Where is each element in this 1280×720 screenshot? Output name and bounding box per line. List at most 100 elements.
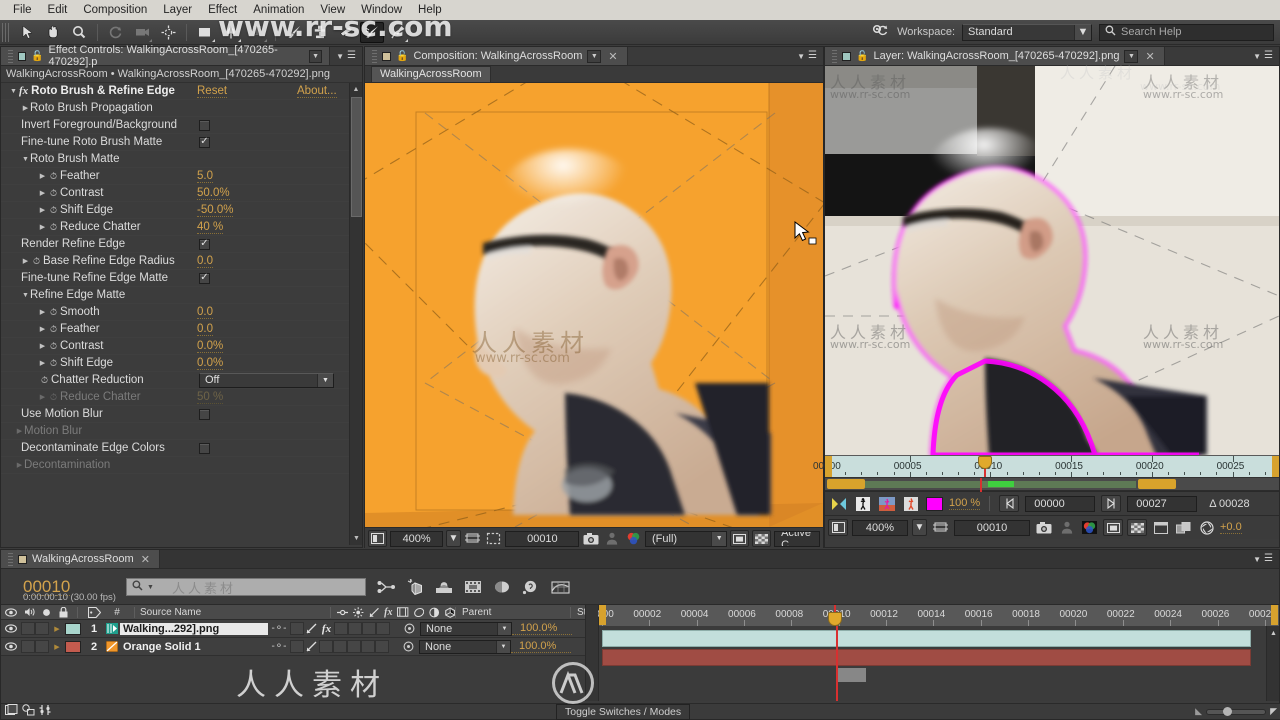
effect-row-feather[interactable]: ▶ ⏱ Feather 5.0 [1,168,362,185]
tab-dropdown-icon[interactable]: ▼ [587,49,602,63]
freeze-icon[interactable] [854,495,872,512]
composition-flyout-menu[interactable]: ▼ ☰ [791,47,823,65]
effect-row-shift-edge[interactable]: ▶ ⏱ Shift Edge -50.0% [1,202,362,219]
parameter-value[interactable]: 50 % [197,391,224,404]
effect-row-contrast[interactable]: ▶ ⏱ Contrast 50.0% [1,185,362,202]
ruler-start-bracket[interactable] [599,605,606,625]
disclosure-triangle[interactable]: ▶ [38,189,47,197]
disclosure-triangle[interactable]: ▶ [21,257,30,265]
switch-motion-blur[interactable] [347,640,361,653]
disclosure-triangle[interactable]: ▼ [21,156,30,163]
disclosure-triangle[interactable]: ▶ [38,172,47,180]
stopwatch-icon[interactable]: ⏱ [38,375,51,386]
work-area-start-handle[interactable] [827,479,865,489]
choose-grid-guides-icon[interactable] [464,530,482,547]
disclosure-triangle[interactable]: ▶ [38,393,47,401]
parameter-value[interactable]: 0.0 [197,306,213,319]
about-button[interactable]: About... [297,85,337,98]
layer-grid-guides-icon[interactable] [931,519,950,536]
layer-2-duration-bar[interactable] [602,649,1251,666]
layer-snapshot-icon[interactable] [1034,519,1053,536]
roto-brush-propagation-icon[interactable] [830,495,848,512]
in-point-value[interactable]: 00000 [1025,495,1096,512]
audio-toggle[interactable] [21,622,35,635]
timeline-zoom-in-icon[interactable]: ◤ [1270,706,1277,717]
view-layout-select[interactable]: Active C. [774,530,821,547]
stopwatch-icon[interactable]: ⏱ [47,324,60,335]
effect-row-refine-edge-matte[interactable]: ▼ Refine Edge Matte [1,287,362,304]
search-dropdown-icon[interactable]: ▼ [147,584,154,591]
effect-row-decontamination[interactable]: ▶ Decontamination [1,457,362,474]
timeline-playhead[interactable] [836,626,838,701]
stopwatch-icon[interactable]: ⏱ [30,256,43,267]
checkbox-unchecked[interactable] [199,408,210,420]
switch-3d[interactable] [376,622,390,635]
tab-dropdown-icon[interactable]: ▼ [1124,49,1139,63]
switch-3d[interactable] [375,640,389,653]
effect-row-shift-edge[interactable]: ▶ ⏱ Shift Edge 0.0% [1,355,362,372]
timeline-zoom-out-icon[interactable]: ◣ [1195,706,1202,717]
stopwatch-icon[interactable]: ⏱ [47,392,60,403]
disclosure-triangle[interactable]: ▶ [38,308,47,316]
toggle-switches-modes-icon[interactable] [39,704,51,719]
disclosure-triangle[interactable]: ▼ [21,292,30,299]
effect-row-render-refine-edge[interactable]: Render Refine Edge ✓ [1,236,362,253]
hide-shy-layers-icon[interactable] [434,577,454,597]
effect-disclosure-triangle[interactable]: ▼ [9,88,18,95]
zoom-dropdown-icon[interactable]: ▼ [446,530,461,547]
effect-row-fine-tune-refine-edge-matte[interactable]: Fine-tune Refine Edge Matte ✓ [1,270,362,287]
set-in-point-icon[interactable] [999,495,1020,512]
parameter-value[interactable]: 40 % [197,221,224,234]
type-tool-icon[interactable]: T [245,22,269,43]
transparency-grid-icon[interactable] [752,530,772,547]
layer-source-name[interactable]: Walking...292].png [120,622,268,635]
graph-editor-icon[interactable] [550,577,570,597]
exposure-value[interactable]: +0.0 [1220,521,1242,534]
take-snapshot-icon[interactable] [582,530,600,547]
label-color-swatch[interactable] [65,640,81,653]
hand-tool-icon[interactable] [41,22,65,43]
disclosure-triangle[interactable]: ▶ [38,342,47,350]
workspace-select[interactable]: Standard ▼ [962,23,1092,41]
pan-behind-tool-icon[interactable] [156,22,180,43]
effect-row-roto-brush-propagation[interactable]: ▶ Roto Brush Propagation [1,100,362,117]
layer-transparency-grid-icon[interactable] [1127,519,1147,536]
workspace-switch-icon[interactable] [872,24,890,41]
frame-blending-icon[interactable] [463,577,483,597]
video-toggle-icon[interactable] [1,624,21,633]
switch-frame-blend[interactable] [334,622,348,635]
composition-viewer[interactable]: 人人素材 www.rr-sc.com [365,83,823,527]
checkbox-unchecked[interactable] [199,119,210,131]
disclosure-triangle[interactable]: ▶ [38,325,47,333]
stopwatch-icon[interactable]: ⏱ [47,188,60,199]
parent-pick-icon[interactable]: -⚬- [268,641,290,652]
column-header-number[interactable]: # [105,607,129,618]
stopwatch-icon[interactable]: ⏱ [47,341,60,352]
scrollbar-thumb[interactable] [351,97,362,217]
switch-collapse[interactable] [290,640,304,653]
effect-row-invert-foreground-background[interactable]: Invert Foreground/Background [1,117,362,134]
overlay-color-swatch[interactable] [926,496,943,511]
layer-viewer[interactable]: 人人素材 www.rr-sc.com 人人素材 www.rr-sc.com 人人… [825,66,1279,455]
layer-zoom-select[interactable]: 400% [852,519,908,536]
overlay-opacity-value[interactable]: 100 % [949,497,981,510]
draft-3d-icon[interactable] [405,577,425,597]
switch-adjustment[interactable] [362,622,376,635]
solo-toggle[interactable] [35,622,49,635]
parameter-value[interactable]: 0.0% [197,340,224,353]
lock-icon[interactable]: 🔓 [856,51,868,62]
timeline-vertical-scrollbar[interactable]: ▲ [1266,626,1279,701]
zoom-level-select[interactable]: 400% [389,530,444,547]
layer-1-duration-bar[interactable] [602,630,1251,647]
always-preview-icon[interactable] [828,519,848,536]
switch-adjustment[interactable] [361,640,375,653]
tab-layer[interactable]: 🔓 Layer: WalkingAcrossRoom_[470265-47029… [825,47,1165,65]
layer-flyout-menu[interactable]: ▼ ☰ [1247,47,1279,65]
audio-toggle[interactable] [21,640,35,653]
zoom-tool-icon[interactable] [67,22,91,43]
menu-item-composition[interactable]: Composition [76,2,154,18]
comp-flowchart-icon[interactable] [22,704,35,719]
effect-row-base-refine-edge-radius[interactable]: ▶ ⏱ Base Refine Edge Radius 0.0 [1,253,362,270]
switch-quality-icon[interactable] [304,641,319,652]
switch-collapse[interactable] [290,622,304,635]
